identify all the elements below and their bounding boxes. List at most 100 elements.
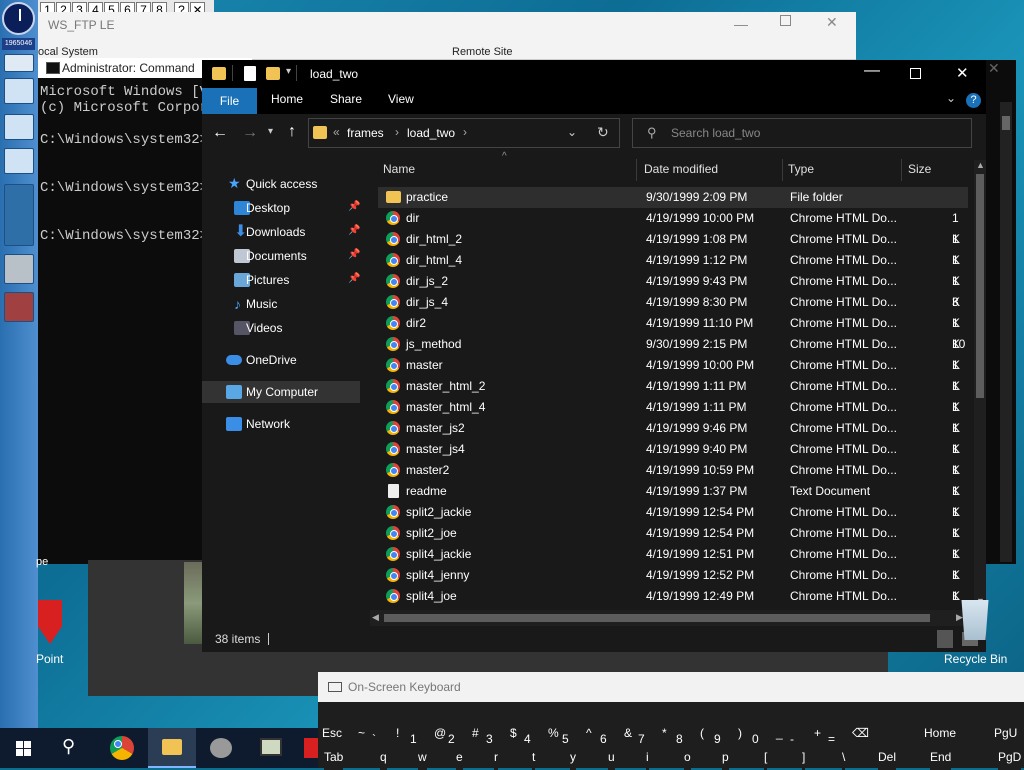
address-bar[interactable]: « frames › load_two › ⌄ ↻ bbox=[308, 118, 620, 148]
nav-documents[interactable]: Documents 📌 bbox=[202, 245, 360, 267]
maximize-icon[interactable] bbox=[780, 15, 791, 26]
back-arrow-icon[interactable]: ← bbox=[212, 124, 228, 142]
key[interactable]: ] bbox=[802, 750, 806, 770]
pin-icon[interactable]: 📌 bbox=[348, 226, 360, 236]
key[interactable]: Del bbox=[878, 750, 897, 770]
window-app-icon[interactable] bbox=[4, 114, 34, 140]
nav-videos[interactable]: Videos bbox=[202, 317, 360, 339]
key[interactable]: End bbox=[930, 750, 952, 770]
pin-icon[interactable]: 📌 bbox=[348, 250, 360, 260]
file-row[interactable]: dir_html_4 4/19/1999 1:12 PM Chrome HTML D… bbox=[378, 250, 968, 288]
pin-icon[interactable]: 📌 bbox=[348, 202, 360, 212]
key[interactable]: * bbox=[662, 726, 667, 746]
customize-dropdown-icon[interactable]: ▾ bbox=[286, 66, 291, 77]
new-folder-icon[interactable] bbox=[266, 67, 280, 80]
column-size[interactable]: Size bbox=[908, 155, 931, 183]
key[interactable]: @ bbox=[434, 726, 447, 746]
key[interactable]: Esc bbox=[322, 726, 343, 746]
address-dropdown-icon[interactable]: ⌄ bbox=[567, 125, 577, 139]
file-row[interactable]: split4_jenny 4/19/1999 12:52 PM Chrome HTM… bbox=[378, 565, 968, 603]
key[interactable]: PgU bbox=[994, 726, 1018, 746]
file-row[interactable]: split2_joe 4/19/1999 12:54 PM Chrome HTML … bbox=[378, 523, 968, 561]
pin-icon[interactable]: 📌 bbox=[348, 274, 360, 284]
window-app-icon-2[interactable] bbox=[4, 148, 34, 174]
search-button[interactable]: ⚲ bbox=[48, 728, 96, 768]
file-row[interactable]: dir_html_2 4/19/1999 1:08 PM Chrome HTML D… bbox=[378, 229, 968, 267]
monitor-taskbar-button[interactable] bbox=[248, 728, 296, 768]
key[interactable]: p bbox=[722, 750, 729, 770]
key[interactable]: r bbox=[494, 750, 498, 770]
forward-arrow-icon[interactable]: → bbox=[242, 124, 258, 142]
key[interactable]: i bbox=[646, 750, 649, 770]
vertical-scrollbar[interactable]: ▲ ▼ bbox=[974, 160, 986, 608]
nav-desktop[interactable]: Desktop 📌 bbox=[202, 197, 360, 219]
file-row[interactable]: js_method 9/30/1999 2:15 PM Chrome HTML Do… bbox=[378, 334, 968, 372]
file-row[interactable]: dir 4/19/1999 10:00 PM Chrome HTML Do... 1 … bbox=[378, 208, 968, 246]
grid-tools-icon[interactable] bbox=[4, 184, 34, 246]
key[interactable]: ( bbox=[700, 726, 704, 746]
key[interactable]: ⌫ bbox=[852, 726, 869, 746]
file-row[interactable]: practice 9/30/1999 2:09 PM File folder bbox=[378, 187, 968, 208]
wsftp-window[interactable]: WS_FTP LE ocal System Remote Site — ✕ bbox=[38, 12, 856, 60]
app-taskbar-button[interactable] bbox=[198, 728, 246, 768]
cmd-close-icon[interactable]: ✕ bbox=[988, 60, 1000, 77]
column-date-modified[interactable]: Date modified bbox=[644, 155, 718, 183]
tab-home[interactable]: Home bbox=[271, 92, 303, 106]
nav-downloads[interactable]: ⬇ Downloads 📌 bbox=[202, 221, 360, 243]
file-row[interactable]: master2 4/19/1999 10:59 PM Chrome HTML Do.… bbox=[378, 460, 968, 498]
refresh-icon[interactable]: ↻ bbox=[597, 124, 609, 141]
key[interactable]: ~ bbox=[358, 726, 366, 746]
key[interactable]: u bbox=[608, 750, 615, 770]
tab-share[interactable]: Share bbox=[330, 92, 362, 106]
close-icon[interactable]: ✕ bbox=[826, 14, 838, 31]
file-explorer-window[interactable]: ▾ load_two — ✕ File Home Share View ⌄ ? … bbox=[202, 60, 986, 652]
key[interactable]: Home bbox=[924, 726, 957, 746]
horizontal-scrollbar[interactable]: ◀ ▶ bbox=[370, 610, 968, 626]
up-arrow-icon[interactable]: ↑ bbox=[288, 123, 296, 141]
key[interactable]: o bbox=[684, 750, 691, 770]
help-icon[interactable]: ? bbox=[966, 93, 981, 108]
key[interactable]: _ bbox=[776, 726, 783, 746]
file-row[interactable]: master_js2 4/19/1999 9:46 PM Chrome HTML D… bbox=[378, 418, 968, 456]
nav-quick-access[interactable]: ★ Quick access bbox=[202, 173, 360, 195]
file-row[interactable]: master_js4 4/19/1999 9:40 PM Chrome HTML D… bbox=[378, 439, 968, 477]
file-row[interactable]: readme 4/19/1999 1:37 PM Text Document 1 K bbox=[378, 481, 968, 519]
key[interactable]: & bbox=[624, 726, 633, 746]
nav-onedrive[interactable]: OneDrive bbox=[202, 349, 360, 371]
nav-music[interactable]: ♪ Music bbox=[202, 293, 360, 315]
key[interactable]: % bbox=[548, 726, 559, 746]
nav-network[interactable]: Network bbox=[202, 413, 360, 435]
properties-icon[interactable] bbox=[244, 66, 256, 81]
key[interactable]: w bbox=[418, 750, 427, 770]
tab-view[interactable]: View bbox=[388, 92, 414, 106]
tab-file[interactable]: File bbox=[202, 88, 257, 114]
minimize-icon[interactable]: — bbox=[864, 62, 880, 80]
breadcrumb-frames[interactable]: frames bbox=[347, 126, 384, 140]
minimize-icon[interactable]: — bbox=[734, 16, 748, 32]
search-box[interactable]: ⚲ Search load_two bbox=[632, 118, 972, 148]
on-screen-keyboard[interactable]: On-Screen Keyboard Esc ~! @ # $% ^ & * () _ + ⌫ Home… bbox=[318, 672, 1024, 770]
nav-my-computer[interactable]: My Computer bbox=[202, 381, 360, 403]
file-row[interactable]: master 4/19/1999 10:00 PM Chrome HTML Do..… bbox=[378, 355, 968, 393]
printer-icon[interactable] bbox=[4, 292, 34, 322]
adobe-taskbar-button[interactable] bbox=[298, 728, 318, 768]
close-icon[interactable]: ✕ bbox=[956, 64, 969, 82]
key[interactable]: e bbox=[456, 750, 463, 770]
monitor-icon[interactable] bbox=[4, 78, 34, 104]
scroll-thumb[interactable] bbox=[384, 614, 930, 622]
file-row[interactable]: master_html_4 4/19/1999 1:11 PM Chrome HTM… bbox=[378, 397, 968, 435]
key[interactable]: \ bbox=[842, 750, 846, 770]
start-button[interactable] bbox=[0, 728, 48, 768]
recent-locations-icon[interactable]: ▾ bbox=[268, 126, 273, 137]
app-icon-1[interactable] bbox=[4, 54, 34, 72]
key[interactable]: y bbox=[570, 750, 576, 770]
key[interactable]: q bbox=[380, 750, 387, 770]
nav-pictures[interactable]: Pictures 📌 bbox=[202, 269, 360, 291]
breadcrumb-load-two[interactable]: load_two bbox=[407, 126, 455, 140]
key[interactable]: [ bbox=[764, 750, 768, 770]
scroll-thumb[interactable] bbox=[976, 174, 984, 398]
key[interactable]: + bbox=[814, 726, 822, 746]
key[interactable]: Tab bbox=[324, 750, 344, 770]
explorer-taskbar-button[interactable] bbox=[148, 728, 196, 768]
chrome-taskbar-button[interactable] bbox=[98, 728, 146, 768]
